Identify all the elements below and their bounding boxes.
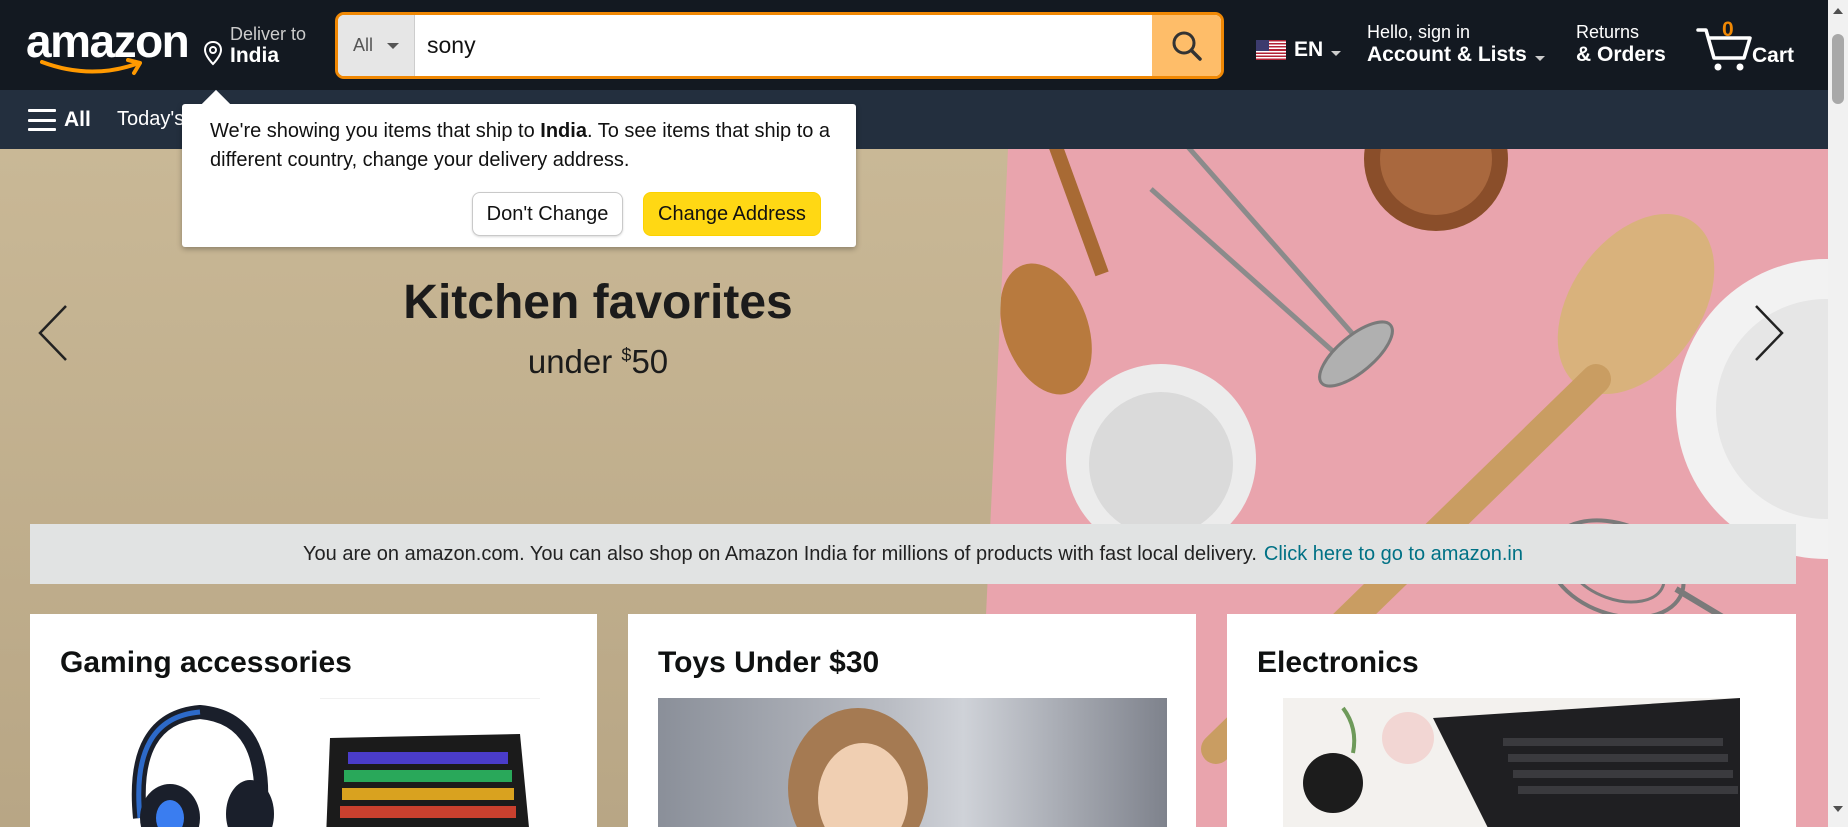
card-title: Electronics [1257, 646, 1419, 679]
popover-country: India [540, 120, 587, 142]
electronics-image[interactable] [1283, 698, 1740, 827]
search-bar: All [335, 12, 1224, 79]
amazon-home-page: amazon Deliver to India All sony EN Hell… [0, 0, 1848, 827]
nav-link-todays-deals[interactable]: Today's [117, 108, 184, 131]
card-gaming-accessories[interactable]: Gaming accessories [30, 614, 597, 827]
caret-down-icon [387, 42, 399, 49]
language-selector[interactable]: EN [1256, 38, 1342, 62]
search-category-label: All [352, 35, 373, 55]
dont-change-button[interactable]: Don't Change [472, 192, 623, 236]
search-button[interactable] [1152, 15, 1221, 76]
us-flag-icon [1256, 40, 1286, 60]
chevron-left-icon [38, 305, 67, 361]
card-toys-under-30[interactable]: Toys Under $30 [628, 614, 1196, 827]
deliver-country: India [230, 44, 280, 67]
scroll-up-arrow-icon[interactable] [1833, 8, 1843, 14]
carousel-prev-button[interactable] [36, 303, 70, 368]
amazon-in-link[interactable]: Click here to go to amazon.in [1264, 543, 1523, 566]
hero-subtitle-currency: $ [621, 345, 632, 365]
hero-subtitle-amount: 50 [631, 343, 669, 380]
caret-down-icon [1534, 55, 1545, 61]
card-title: Toys Under $30 [658, 646, 880, 679]
card-electronics[interactable]: Electronics [1227, 614, 1796, 827]
search-category-dropdown[interactable]: All [338, 15, 415, 76]
caret-down-icon [1331, 50, 1342, 56]
toys-image[interactable] [658, 698, 1167, 827]
location-pin-icon [203, 40, 223, 66]
language-code: EN [1294, 38, 1324, 61]
all-menu-label: All [64, 108, 91, 131]
cart-button[interactable]: 0 Cart [1696, 18, 1801, 74]
page-scrollbar[interactable] [1828, 0, 1848, 827]
logo-smile-icon [40, 58, 142, 75]
scroll-down-arrow-icon[interactable] [1833, 806, 1843, 812]
hero-subtitle-prefix: under [527, 343, 622, 380]
account-greeting: Hello, sign in [1367, 22, 1471, 42]
carousel-next-button[interactable] [1752, 303, 1786, 368]
orders-label: & Orders [1576, 43, 1666, 66]
account-label: Account & Lists [1367, 43, 1527, 66]
international-notice-bar: You are on amazon.com. You can also shop… [30, 524, 1796, 584]
cart-count: 0 [1722, 18, 1734, 41]
card-title: Gaming accessories [60, 646, 352, 679]
amazon-logo[interactable]: amazon [26, 18, 190, 75]
popover-text-before: We're showing you items that ship to [210, 120, 541, 142]
account-and-lists[interactable]: Hello, sign in Account & Lists [1367, 22, 1545, 67]
hamburger-icon [28, 109, 56, 131]
gaming-headset-image[interactable] [100, 698, 320, 827]
change-address-button[interactable]: Change Address [643, 192, 821, 236]
gaming-keyboard-image[interactable] [320, 698, 540, 827]
all-menu-button[interactable]: All [28, 108, 91, 132]
hero-title: Kitchen favorites [403, 276, 793, 329]
account-label-row: Account & Lists [1367, 43, 1545, 67]
cart-label: Cart [1752, 44, 1795, 67]
popover-message: We're showing you items that ship to Ind… [210, 117, 840, 175]
scrollbar-thumb[interactable] [1832, 34, 1844, 104]
delivery-address-popover: We're showing you items that ship to Ind… [182, 89, 856, 247]
search-icon [1172, 31, 1202, 61]
deliver-label: Deliver to [230, 24, 307, 44]
notice-text: You are on amazon.com. You can also shop… [303, 542, 1257, 565]
child-playing-illustration [788, 708, 928, 827]
chevron-right-icon [1755, 305, 1784, 361]
laptop-desk-illustration [1303, 698, 1740, 827]
top-nav-bar: amazon Deliver to India All sony EN Hell… [0, 0, 1828, 90]
returns-and-orders[interactable]: Returns & Orders [1576, 22, 1666, 67]
search-input[interactable] [427, 15, 1087, 76]
hero-subtitle: under $50 [300, 343, 896, 381]
returns-label: Returns [1576, 22, 1640, 42]
